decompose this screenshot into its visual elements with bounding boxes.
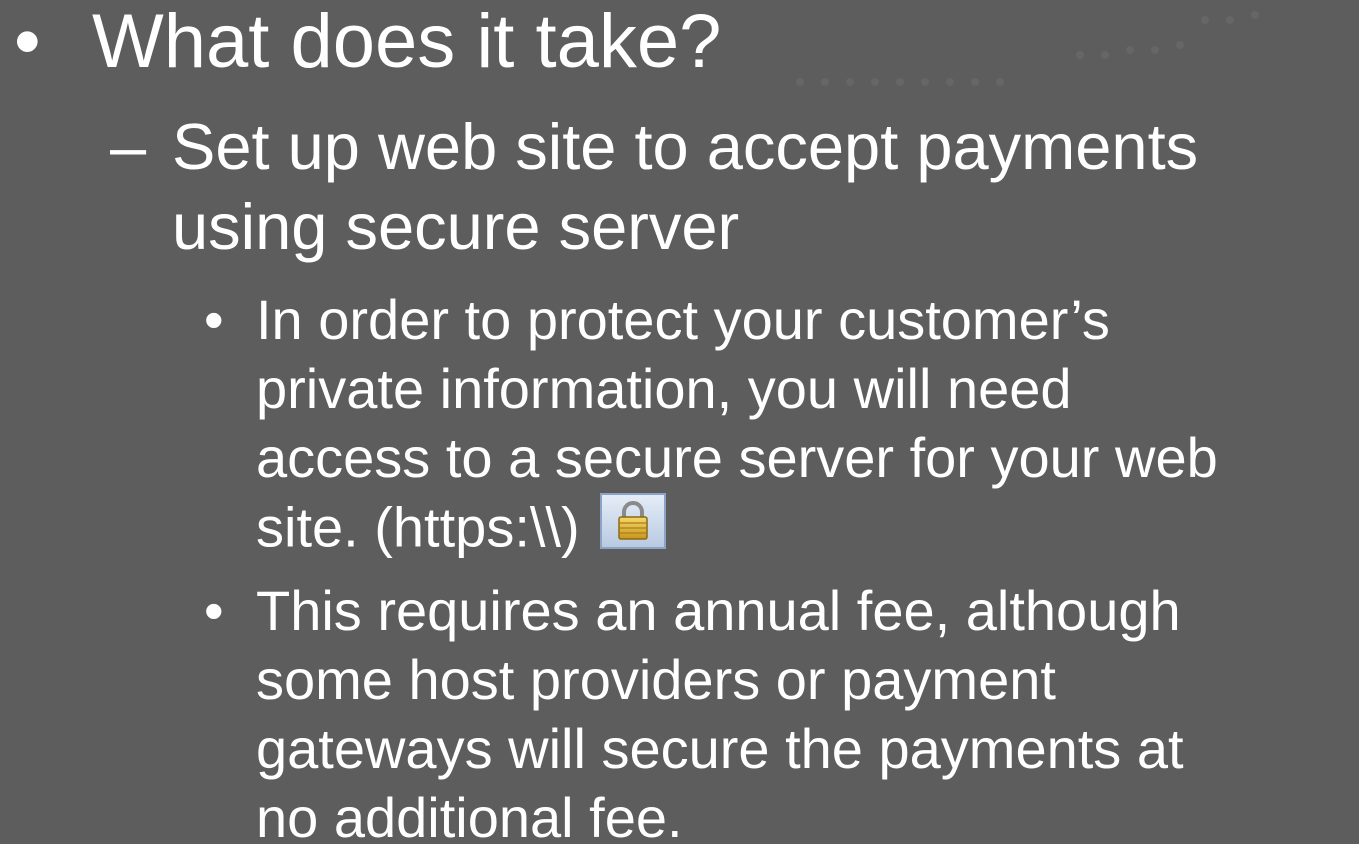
subpoint-line-1: Set up web site to accept payments: [172, 110, 1199, 183]
detail-1-bullet: •: [204, 288, 224, 351]
detail-1-line-4: site. (https:\\): [256, 493, 666, 564]
detail-1-line-3: access to a secure server for your web: [256, 426, 1218, 489]
detail-2-line-2: some host providers or payment: [256, 648, 1056, 711]
detail-2-line-1: This requires an annual fee, although: [256, 579, 1181, 642]
background-dot-pattern: [796, 11, 1259, 86]
detail-1-line-4-text: site. (https:\\): [256, 495, 580, 559]
detail-2-bullet: •: [204, 579, 224, 642]
heading-bullet: •: [14, 0, 41, 84]
subpoint-dash: –: [110, 110, 147, 183]
slide-heading: What does it take?: [92, 0, 722, 84]
detail-2-line-4: no additional fee.: [256, 786, 683, 844]
subpoint-line-2: using secure server: [172, 190, 740, 263]
slide: • What does it take? – Set up web site t…: [0, 0, 1359, 844]
detail-2-line-3: gateways will secure the payments at: [256, 717, 1184, 780]
detail-1-line-1: In order to protect your customer’s: [256, 288, 1110, 351]
detail-1-line-2: private information, you will need: [256, 357, 1072, 420]
lock-icon: [599, 493, 666, 558]
